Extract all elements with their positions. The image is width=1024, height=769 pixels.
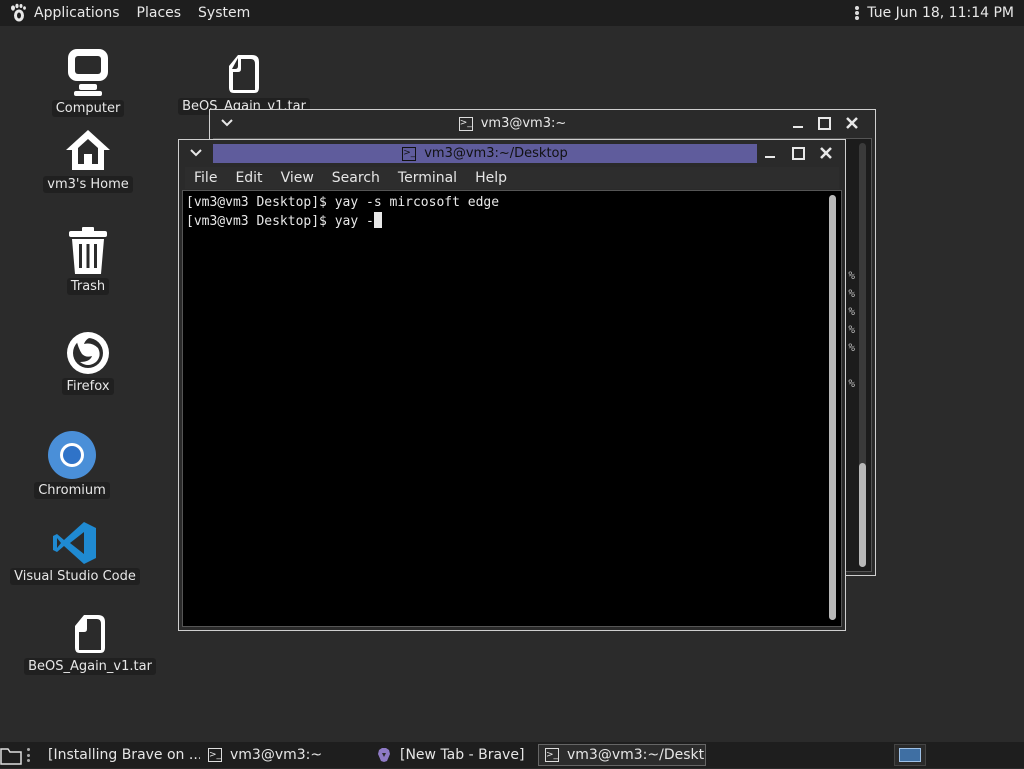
- desktop-icon-firefox[interactable]: Firefox: [52, 328, 124, 395]
- clock[interactable]: Tue Jun 18, 11:14 PM: [867, 5, 1014, 21]
- desktop-icon-label: Firefox: [62, 378, 114, 395]
- window-menu-icon[interactable]: [216, 113, 238, 133]
- menu-help[interactable]: Help: [466, 170, 516, 186]
- desktop-icon-label: BeOS_Again_v1.tar: [24, 658, 156, 675]
- terminal-line-text: [vm3@vm3 Desktop]$ yay -: [186, 214, 374, 229]
- terminal-icon: >_: [458, 116, 473, 131]
- back-scrollbar-thumb[interactable]: [859, 463, 866, 567]
- desktop-icon-label: Computer: [51, 100, 125, 117]
- task-installing-brave[interactable]: [Installing Brave on ...: [34, 744, 200, 766]
- workspace-switcher[interactable]: [894, 744, 926, 766]
- desktop-icon-label: Chromium: [34, 482, 110, 499]
- minimize-button[interactable]: [759, 143, 781, 163]
- terminal-icon: >_: [402, 146, 417, 161]
- close-button[interactable]: [815, 143, 837, 163]
- task-label: vm3@vm3:~/Desktop: [567, 747, 705, 763]
- task-terminal-home[interactable]: >_ vm3@vm3:~: [202, 744, 366, 766]
- task-label: vm3@vm3:~: [230, 747, 323, 763]
- file-icon: [229, 55, 259, 93]
- firefox-icon: [67, 332, 109, 374]
- task-new-tab-brave[interactable]: [New Tab - Brave]: [370, 744, 536, 766]
- home-icon: [66, 130, 110, 170]
- workspace-1[interactable]: [899, 748, 921, 762]
- menu-file[interactable]: File: [185, 170, 226, 186]
- system-menu[interactable]: System: [190, 0, 259, 26]
- menu-view[interactable]: View: [272, 170, 323, 186]
- separator-handle-icon[interactable]: [27, 748, 31, 762]
- terminal-menubar: File Edit View Search Terminal Help: [185, 167, 839, 189]
- terminal-line: [vm3@vm3 Desktop]$ yay -s mircosoft edge: [186, 195, 500, 210]
- task-terminal-desktop[interactable]: >_ vm3@vm3:~/Desktop: [538, 744, 706, 766]
- back-terminal-side-text: % % % % % %: [848, 269, 855, 390]
- desktop-icon-home[interactable]: vm3's Home: [40, 126, 136, 193]
- top-right-area: Tue Jun 18, 11:14 PM: [855, 0, 1014, 26]
- terminal-scrollbar[interactable]: [829, 195, 836, 620]
- window-title: >_ vm3@vm3:~: [240, 114, 785, 133]
- chromium-icon: [48, 431, 96, 479]
- brave-icon: [378, 748, 390, 762]
- gnome-foot-icon: [11, 3, 26, 22]
- titlebar[interactable]: >_ vm3@vm3:~/Desktop: [179, 142, 845, 164]
- desktop-icon-beos-tar-top[interactable]: BeOS_Again_v1.tar: [178, 52, 310, 115]
- desktop-icon-label: Trash: [66, 278, 110, 295]
- terminal-window-desktop[interactable]: >_ vm3@vm3:~/Desktop File Edit View Sear…: [178, 139, 846, 631]
- titlebar[interactable]: >_ vm3@vm3:~: [210, 112, 875, 134]
- kebab-menu-icon[interactable]: [855, 6, 860, 20]
- places-label: Places: [136, 5, 182, 21]
- minimize-button[interactable]: [787, 113, 809, 133]
- menu-search[interactable]: Search: [323, 170, 389, 186]
- desktop-icon-trash[interactable]: Trash: [52, 226, 124, 295]
- desktop-icon-computer[interactable]: Computer: [51, 46, 125, 117]
- maximize-button[interactable]: [787, 143, 809, 163]
- menu-terminal[interactable]: Terminal: [389, 170, 466, 186]
- window-title-text: vm3@vm3:~/Desktop: [424, 146, 568, 161]
- desktop-icon-label: vm3's Home: [43, 176, 133, 193]
- back-scrollbar[interactable]: [859, 143, 866, 567]
- places-menu[interactable]: Places: [129, 0, 191, 26]
- window-menu-icon[interactable]: [185, 143, 207, 163]
- terminal-scrollbar-thumb[interactable]: [829, 195, 836, 620]
- trash-icon: [69, 227, 107, 274]
- task-label: [Installing Brave on ...: [48, 747, 200, 763]
- applications-label: Applications: [34, 5, 120, 21]
- terminal-line-current: [vm3@vm3 Desktop]$ yay -: [186, 212, 838, 230]
- bottom-panel: [Installing Brave on ... >_ vm3@vm3:~ [N…: [0, 742, 1024, 768]
- desktop-icon-chromium[interactable]: Chromium: [34, 430, 110, 499]
- applications-menu[interactable]: Applications: [8, 0, 129, 26]
- terminal-small-icon: >_: [208, 748, 222, 762]
- file-icon: [75, 615, 105, 653]
- window-title: >_ vm3@vm3:~/Desktop: [213, 144, 757, 163]
- desktop-icon-beos-tar[interactable]: BeOS_Again_v1.tar: [24, 612, 156, 675]
- show-desktop-icon[interactable]: [0, 745, 22, 765]
- system-label: System: [198, 5, 251, 21]
- top-menu: Applications Places System: [0, 0, 259, 26]
- close-button[interactable]: [841, 113, 863, 133]
- window-title-text: vm3@vm3:~: [480, 116, 567, 131]
- menu-edit[interactable]: Edit: [226, 170, 271, 186]
- computer-icon: [68, 49, 108, 96]
- terminal-output[interactable]: [vm3@vm3 Desktop]$ yay -s mircosoft edge…: [182, 190, 842, 627]
- desktop-icon-label: Visual Studio Code: [10, 568, 140, 585]
- text-cursor: [373, 212, 382, 228]
- vscode-icon: [53, 522, 96, 564]
- desktop-icon-vscode[interactable]: Visual Studio Code: [10, 520, 140, 585]
- task-label: [New Tab - Brave]: [400, 747, 525, 763]
- maximize-button[interactable]: [813, 113, 835, 133]
- top-panel: Applications Places System Tue Jun 18, 1…: [0, 0, 1024, 26]
- terminal-small-icon: >_: [545, 748, 559, 762]
